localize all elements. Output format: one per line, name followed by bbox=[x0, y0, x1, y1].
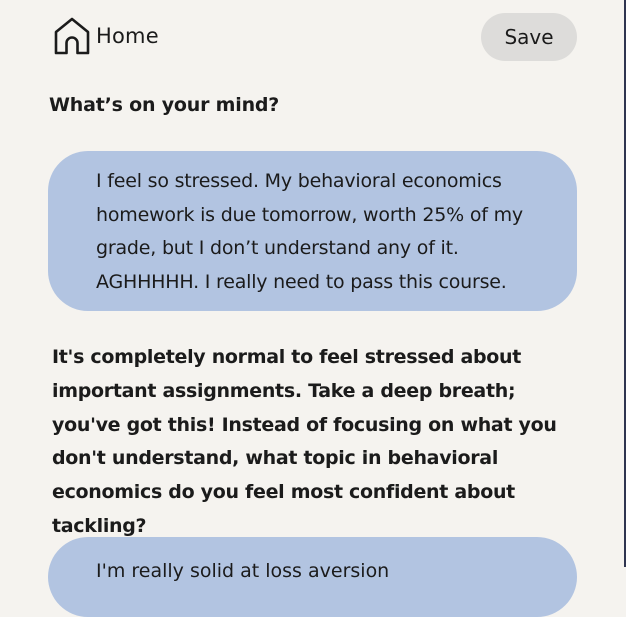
prompt-title: What’s on your mind? bbox=[49, 94, 280, 116]
next-user-message-bubble: I'm really solid at loss aversion bbox=[48, 537, 577, 617]
home-icon bbox=[52, 15, 92, 57]
save-button[interactable]: Save bbox=[481, 13, 577, 61]
assistant-reply-text: It's completely normal to feel stressed … bbox=[52, 346, 557, 537]
next-user-message-text: I'm really solid at loss aversion bbox=[96, 560, 390, 582]
user-message-text: I feel so stressed. My behavioral econom… bbox=[96, 170, 523, 293]
home-label: Home bbox=[96, 24, 159, 48]
home-link[interactable]: Home bbox=[52, 15, 159, 57]
user-message-bubble: I feel so stressed. My behavioral econom… bbox=[48, 151, 577, 311]
